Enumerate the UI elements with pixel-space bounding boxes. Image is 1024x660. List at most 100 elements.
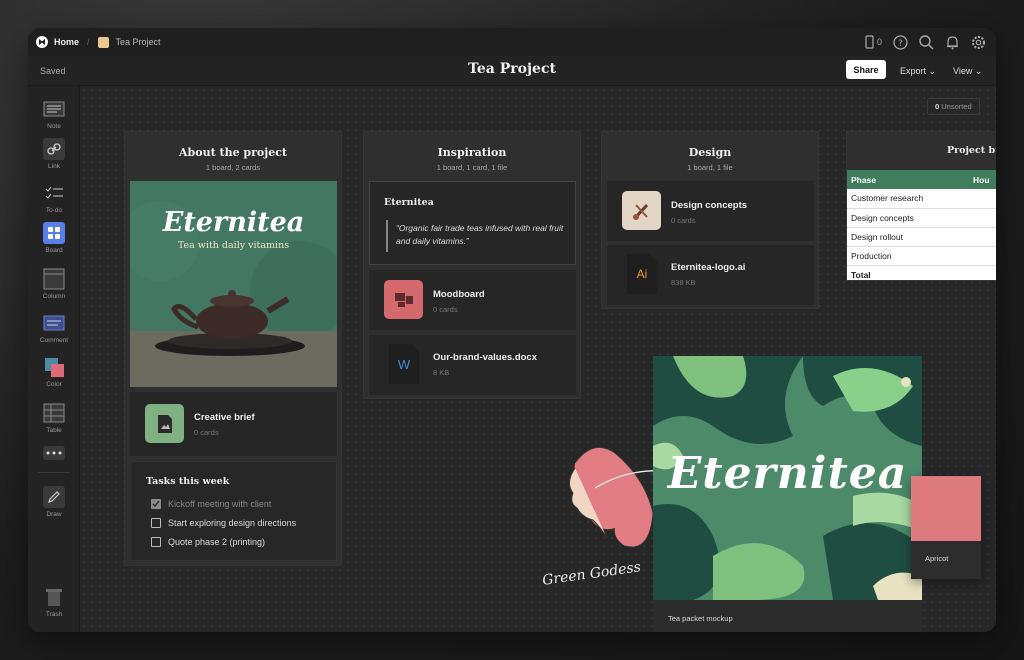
column-about[interactable]: About the project 1 board, 2 cards Etern	[124, 131, 342, 566]
moodboard-card[interactable]: Moodboard 0 cards	[369, 270, 576, 330]
file-badge: W	[397, 356, 411, 372]
file-size: 8 KB	[433, 368, 450, 377]
card-title: Creative brief	[194, 412, 255, 423]
swatch-color	[911, 476, 981, 541]
image-brand-tagline: Tea with daily vitamins	[177, 240, 290, 251]
top-bar: Home / Tea Project 0 ?	[28, 28, 996, 56]
table-cell: Design concepts	[847, 208, 969, 228]
column-icon	[43, 268, 65, 290]
trash-icon	[43, 586, 65, 608]
board-icon	[43, 222, 65, 244]
project-budget-table[interactable]: Project bu PhaseHou Customer research De…	[846, 131, 996, 281]
column-subtitle: 1 board, 2 cards	[205, 163, 261, 172]
card-count: 0 cards	[671, 216, 696, 225]
table-total-row[interactable]: Total10	[847, 265, 996, 280]
sidebar-label: Note	[47, 123, 61, 130]
column-subtitle: 1 board, 1 card, 1 file	[436, 163, 508, 172]
table-cell: 3	[969, 227, 996, 247]
tool-sidebar: Note Link To-do Board Column Comment Col…	[28, 86, 80, 632]
svg-text:?: ?	[898, 39, 903, 49]
budget-table: Phase Hou Customer research Design concep…	[847, 170, 996, 280]
sidebar-label: Table	[46, 427, 62, 434]
design-concepts-card[interactable]: Design concepts 0 cards	[607, 181, 814, 241]
sidebar-item-table[interactable]: Table	[28, 402, 80, 434]
home-link[interactable]: Home	[36, 36, 79, 48]
table-cell: 1	[969, 208, 996, 228]
checkbox-checked[interactable]	[151, 499, 161, 509]
quote-card[interactable]: Eternitea “Organic fair trade teas infus…	[369, 181, 576, 265]
illustrator-file-icon: Ai	[627, 254, 657, 294]
task-item[interactable]: Kickoff meeting with client	[151, 499, 271, 509]
document-image-icon	[145, 404, 184, 443]
card-title: Moodboard	[433, 289, 485, 300]
device-icon[interactable]: 0	[865, 34, 882, 50]
table-row[interactable]: Design rollout3	[847, 227, 996, 247]
sidebar-divider	[38, 472, 70, 473]
task-item[interactable]: Quote phase 2 (printing)	[151, 537, 265, 547]
mockup-caption: Tea packet mockup	[668, 614, 733, 623]
share-button[interactable]: Share	[846, 60, 886, 79]
column-design[interactable]: Design 1 board, 1 file Design concepts 0…	[601, 131, 819, 309]
sidebar-item-color[interactable]: Color	[28, 356, 80, 388]
creative-brief-card[interactable]: Creative brief 0 cards	[130, 392, 337, 456]
device-count: 0	[876, 37, 882, 47]
task-label: Quote phase 2 (printing)	[168, 537, 266, 547]
table-cell: Design rollout	[847, 227, 969, 247]
tasks-card[interactable]: Tasks this week Kickoff meeting with cli…	[130, 461, 337, 561]
sidebar-item-comment[interactable]: Comment	[28, 312, 80, 344]
table-cell: 10	[969, 265, 996, 280]
sidebar-label: To-do	[45, 207, 63, 214]
table-cell	[969, 189, 996, 209]
sidebar-item-todo[interactable]: To-do	[28, 182, 80, 214]
sidebar-item-board[interactable]: Board	[28, 222, 80, 254]
card-count: 0 cards	[194, 428, 219, 437]
sidebar-item-draw[interactable]: Draw	[28, 486, 80, 518]
quote-title: Eternitea	[384, 197, 434, 208]
tea-packet-mockup-card[interactable]: Eternitea Tea packet mockup	[653, 356, 922, 632]
todo-icon	[43, 182, 65, 204]
table-cell: Customer research	[847, 189, 969, 209]
unsorted-button[interactable]: 0 Unsorted	[927, 98, 980, 115]
export-menu[interactable]: Export ⌄	[900, 66, 936, 77]
sidebar-label: Draw	[46, 511, 62, 518]
board-canvas[interactable]: 0 Unsorted About the project 1 board, 2 …	[80, 86, 996, 632]
column-inspiration[interactable]: Inspiration 1 board, 1 card, 1 file Eter…	[363, 131, 581, 399]
moodboard-icon	[384, 280, 423, 319]
sidebar-item-column[interactable]: Column	[28, 268, 80, 300]
swatch-label: Apricot	[925, 554, 949, 563]
color-swatch-card[interactable]: Apricot	[911, 476, 981, 579]
teapot-image-card[interactable]: Eternitea Tea with daily vitamins	[130, 181, 337, 387]
chevron-down-icon: ⌄	[974, 66, 983, 76]
view-label: View	[953, 66, 973, 76]
search-icon[interactable]	[918, 34, 934, 50]
help-icon[interactable]: ?	[892, 34, 908, 50]
task-item[interactable]: Start exploring design directions	[151, 518, 296, 528]
column-title: Design	[688, 146, 732, 159]
table-row[interactable]: Customer research	[847, 189, 996, 209]
table-row[interactable]: Design concepts1	[847, 208, 996, 228]
unsorted-count: 0	[935, 102, 940, 111]
view-menu[interactable]: View ⌄	[953, 66, 982, 77]
ai-file-card[interactable]: Ai Eternitea-logo.ai 838 KB	[607, 245, 814, 305]
card-count: 0 cards	[433, 305, 458, 314]
sidebar-item-trash[interactable]: Trash	[28, 586, 80, 618]
home-label: Home	[54, 37, 80, 47]
more-tools-button[interactable]	[28, 446, 80, 463]
checkbox[interactable]	[151, 537, 161, 547]
table-row[interactable]: Production5	[847, 246, 996, 266]
file-name: Eternitea-logo.ai	[671, 262, 746, 273]
column-title: Inspiration	[437, 146, 507, 159]
breadcrumb-project[interactable]: Tea Project	[116, 37, 161, 47]
sidebar-label: Link	[48, 163, 60, 170]
file-size: 838 KB	[671, 278, 696, 287]
file-name: Our-brand-values.docx	[433, 352, 537, 363]
sidebar-item-link[interactable]: Link	[28, 138, 80, 170]
sidebar-label: Trash	[45, 611, 63, 618]
checkbox[interactable]	[151, 518, 161, 528]
sidebar-item-note[interactable]: Note	[28, 98, 80, 130]
docx-file-card[interactable]: W Our-brand-values.docx 8 KB	[369, 335, 576, 395]
bell-icon[interactable]	[944, 34, 960, 50]
project-swatch-icon	[97, 36, 109, 48]
gear-icon[interactable]	[970, 34, 986, 50]
mockup-brand-title: Eternitea	[667, 448, 908, 499]
